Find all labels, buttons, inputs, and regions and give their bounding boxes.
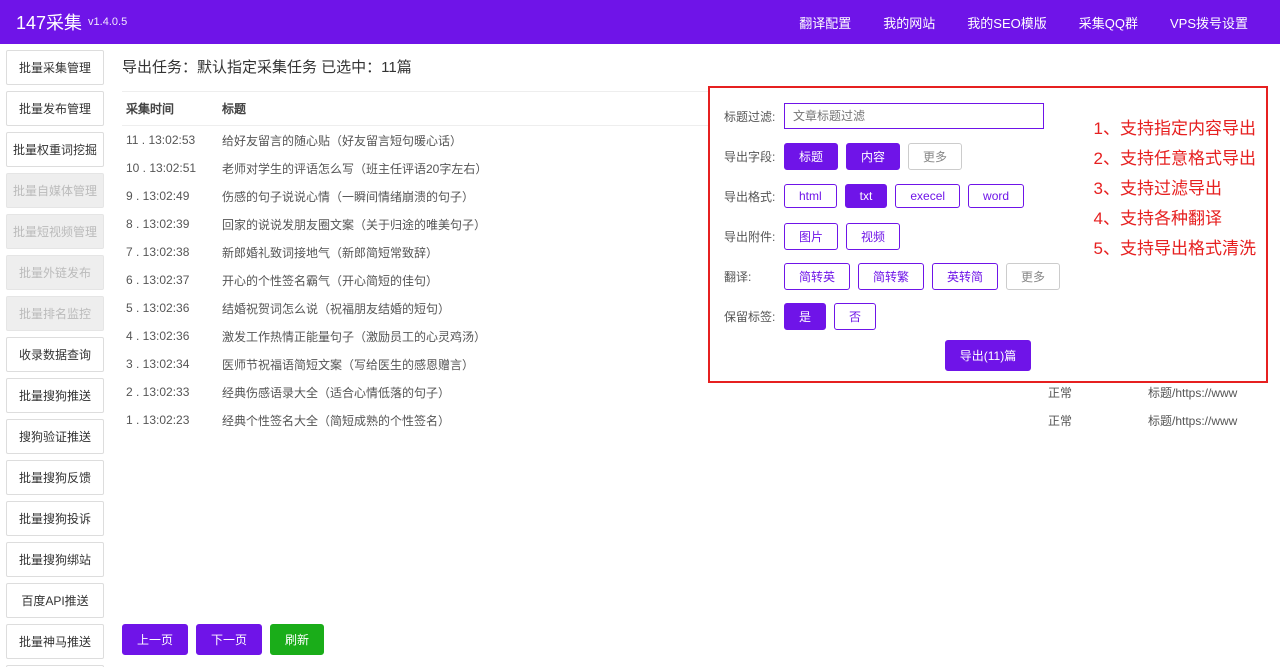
- attach-label: 导出附件:: [724, 228, 784, 245]
- refresh-button[interactable]: 刷新: [270, 624, 324, 655]
- main-area: 导出任务：默认指定采集任务 已选中：11篇 采集时间 标题 状态 平台/关键词 …: [110, 44, 1280, 667]
- sidebar-item-6: 批量排名监控: [6, 296, 104, 331]
- filter-label: 标题过滤:: [724, 108, 784, 125]
- sidebar-item-7[interactable]: 收录数据查询: [6, 337, 104, 372]
- format-option-2[interactable]: execel: [895, 184, 960, 208]
- attach-option-1[interactable]: 视频: [846, 223, 900, 250]
- keeptags-option-1[interactable]: 否: [834, 303, 876, 330]
- sidebar-item-9[interactable]: 搜狗验证推送: [6, 419, 104, 454]
- sidebar-item-11[interactable]: 批量搜狗投诉: [6, 501, 104, 536]
- cell-platform: 标题/https://www: [1148, 412, 1268, 429]
- cell-time: 7 . 13:02:38: [122, 245, 222, 259]
- cell-time: 11 . 13:02:53: [122, 133, 222, 147]
- nav-my-seo-template[interactable]: 我的SEO模版: [951, 0, 1062, 44]
- cell-time: 8 . 13:02:39: [122, 217, 222, 231]
- format-option-3[interactable]: word: [968, 184, 1024, 208]
- cell-time: 1 . 13:02:23: [122, 413, 222, 427]
- next-page-button[interactable]: 下一页: [196, 624, 262, 655]
- field-option-1[interactable]: 内容: [846, 143, 900, 170]
- cell-time: 2 . 13:02:33: [122, 385, 222, 399]
- sidebar-item-8[interactable]: 批量搜狗推送: [6, 378, 104, 413]
- cell-title: 经典伤感语录大全（适合心情低落的句子）: [222, 384, 1048, 401]
- cell-time: 9 . 13:02:49: [122, 189, 222, 203]
- export-submit-button[interactable]: 导出(11)篇: [945, 340, 1031, 371]
- cell-time: 6 . 13:02:37: [122, 273, 222, 287]
- sidebar-item-2[interactable]: 批量权重词挖掘: [6, 132, 104, 167]
- translate-option-2[interactable]: 英转简: [932, 263, 998, 290]
- col-time-header: 采集时间: [122, 100, 222, 117]
- nav-translate-config[interactable]: 翻译配置: [783, 0, 867, 44]
- cell-platform: 标题/https://www: [1148, 384, 1268, 401]
- app-brand: 147采集: [16, 9, 82, 35]
- pagination-bar: 上一页 下一页 刷新: [122, 624, 324, 655]
- nav-my-site[interactable]: 我的网站: [867, 0, 951, 44]
- prev-page-button[interactable]: 上一页: [122, 624, 188, 655]
- format-option-1[interactable]: txt: [845, 184, 888, 208]
- sidebar-item-5: 批量外链发布: [6, 255, 104, 290]
- nav-qq-group[interactable]: 采集QQ群: [1063, 0, 1154, 44]
- cell-time: 10 . 13:02:51: [122, 161, 222, 175]
- title-filter-input[interactable]: [784, 103, 1044, 129]
- keeptags-option-0[interactable]: 是: [784, 303, 826, 330]
- format-label: 导出格式:: [724, 188, 784, 205]
- field-option-0[interactable]: 标题: [784, 143, 838, 170]
- format-option-0[interactable]: html: [784, 184, 837, 208]
- cell-time: 5 . 13:02:36: [122, 301, 222, 315]
- cell-status: 正常: [1048, 412, 1148, 429]
- sidebar-item-0[interactable]: 批量采集管理: [6, 50, 104, 85]
- sidebar-item-14[interactable]: 批量神马推送: [6, 624, 104, 659]
- sidebar-item-13[interactable]: 百度API推送: [6, 583, 104, 618]
- cell-title: 经典个性签名大全（简短成熟的个性签名）: [222, 412, 1048, 429]
- cell-time: 3 . 13:02:34: [122, 357, 222, 371]
- sidebar-item-1[interactable]: 批量发布管理: [6, 91, 104, 126]
- field-option-2[interactable]: 更多: [908, 143, 962, 170]
- sidebar-item-10[interactable]: 批量搜狗反馈: [6, 460, 104, 495]
- table-row[interactable]: 1 . 13:02:23经典个性签名大全（简短成熟的个性签名）正常标题/http…: [122, 406, 1268, 434]
- sidebar-item-4: 批量短视频管理: [6, 214, 104, 249]
- translate-option-1[interactable]: 简转繁: [858, 263, 924, 290]
- translate-option-0[interactable]: 简转英: [784, 263, 850, 290]
- cell-status: 正常: [1048, 384, 1148, 401]
- top-bar: 147采集 v1.4.0.5 翻译配置 我的网站 我的SEO模版 采集QQ群 V…: [0, 0, 1280, 44]
- sidebar: 批量采集管理批量发布管理批量权重词挖掘批量自媒体管理批量短视频管理批量外链发布批…: [0, 44, 110, 667]
- attach-option-0[interactable]: 图片: [784, 223, 838, 250]
- cell-time: 4 . 13:02:36: [122, 329, 222, 343]
- sidebar-item-12[interactable]: 批量搜狗绑站: [6, 542, 104, 577]
- sidebar-item-3: 批量自媒体管理: [6, 173, 104, 208]
- trans-label: 翻译:: [724, 268, 784, 285]
- app-version: v1.4.0.5: [88, 16, 127, 28]
- field-label: 导出字段:: [724, 148, 784, 165]
- page-title: 导出任务：默认指定采集任务 已选中：11篇: [122, 52, 1268, 81]
- nav-vps-dial[interactable]: VPS拨号设置: [1154, 0, 1264, 44]
- translate-option-3[interactable]: 更多: [1006, 263, 1060, 290]
- keep-label: 保留标签:: [724, 308, 784, 325]
- export-panel: 标题过滤: 导出字段: 标题内容更多 导出格式: htmltxtexecelwo…: [708, 86, 1268, 383]
